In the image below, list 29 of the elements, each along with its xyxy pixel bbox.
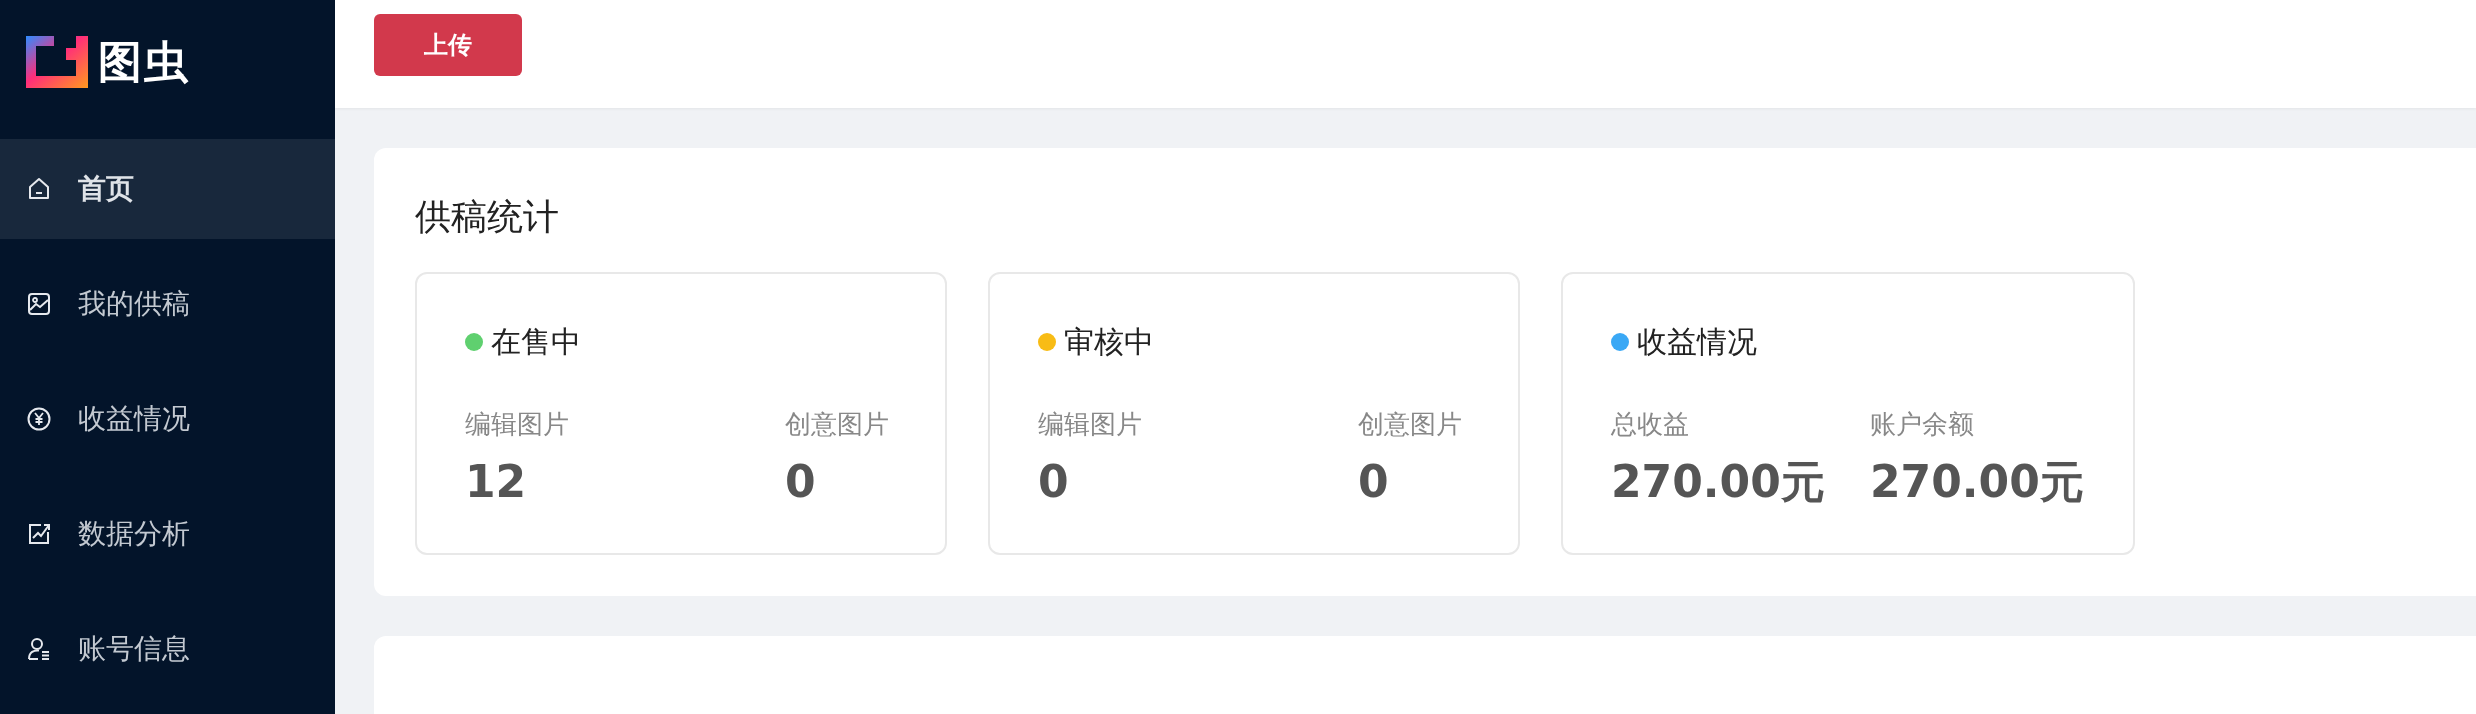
sidebar-item[interactable]: 首页	[0, 139, 335, 239]
home-icon	[26, 176, 52, 202]
sidebar-item[interactable]: 我的供稿	[0, 254, 335, 354]
chart-icon	[26, 521, 52, 547]
sidebar-item[interactable]: 收益情况	[0, 369, 335, 469]
metric-label: 总收益	[1611, 408, 1690, 440]
sidebar-item[interactable]: 账号信息	[0, 599, 335, 699]
metric-label: 创意图片	[1358, 408, 1462, 440]
metric-value: 0	[1038, 455, 1070, 509]
sidebar-item[interactable]: 数据分析	[0, 484, 335, 584]
card-title: 审核中	[1064, 324, 1154, 360]
metric-label: 创意图片	[785, 408, 889, 440]
logo-text: 图虫	[98, 36, 190, 88]
image-icon	[26, 291, 52, 317]
logo-icon	[26, 36, 88, 88]
card-title: 收益情况	[1637, 324, 1757, 360]
metric-label: 编辑图片	[1038, 408, 1143, 440]
yen-icon	[26, 406, 52, 432]
metric-value: 12	[465, 455, 528, 509]
panel-title: 供稿统计	[415, 195, 560, 239]
metric-value: 270.00元	[1870, 455, 2084, 509]
metric-value: 270.00元	[1611, 455, 1826, 509]
upload-button[interactable]: 上传	[374, 14, 522, 76]
user-icon	[26, 636, 52, 662]
metric-label: 编辑图片	[465, 408, 570, 440]
card-title: 在售中	[491, 324, 581, 360]
metric-label: 账户余额	[1870, 408, 1975, 440]
metric-value: 0	[785, 455, 817, 509]
metric-value: 0	[1358, 455, 1390, 509]
